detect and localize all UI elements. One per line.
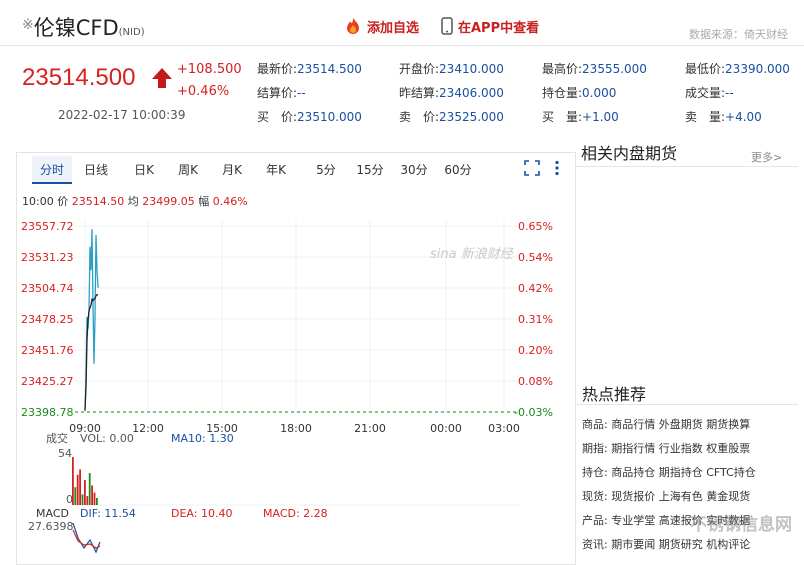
hot-link[interactable]: 行业指数 — [659, 442, 707, 455]
hot-row: 现货: 现货报价 上海有色 黄金现货 — [582, 488, 750, 504]
more-link[interactable]: 更多> — [751, 149, 782, 165]
hot-row-key: 产品: — [582, 514, 612, 527]
hot-link[interactable]: 期指持仓 — [659, 466, 707, 479]
up-arrow-icon — [151, 67, 173, 93]
star-mark-icon: ※ — [22, 17, 34, 33]
hot-row-key: 现货: — [582, 490, 612, 503]
more-options-icon[interactable] — [554, 160, 560, 180]
hot-row: 商品: 商品行情 外盘期货 期货换算 — [582, 416, 750, 432]
price-change-pct: +0.46% — [177, 84, 230, 99]
quote-field-label: 成交量: — [685, 86, 726, 100]
add-favorite-button[interactable]: 添加自选 — [344, 17, 419, 39]
price-change: +108.500 — [177, 62, 242, 77]
divider — [575, 404, 798, 405]
hot-row: 持仓: 商品持仓 期指持仓 CFTC持仓 — [582, 464, 756, 480]
quote-field-value: +4.00 — [725, 110, 762, 124]
chart-info-line: 10:00 价 23514.50 均 23499.05 幅 0.46% — [22, 195, 248, 208]
view-in-app-button[interactable]: 在APP中查看 — [441, 17, 539, 39]
hot-link[interactable]: 上海有色 — [659, 490, 707, 503]
tab-5[interactable]: 年K — [256, 156, 296, 184]
related-futures-title: 相关内盘期货 — [581, 144, 678, 163]
quote-field-value: -- — [725, 86, 734, 100]
quote-field: 买 量:+1.00 — [542, 108, 619, 125]
quote-field-label: 开盘价: — [399, 62, 440, 76]
tab-0[interactable]: 分时 — [32, 156, 72, 184]
quote-field-value: 23410.000 — [439, 62, 504, 76]
hot-row-key: 期指: — [582, 442, 612, 455]
tab-3[interactable]: 周K — [168, 156, 208, 184]
hot-row-key: 持仓: — [582, 466, 612, 479]
hot-recommend-title: 热点推荐 — [582, 385, 647, 404]
flame-icon — [344, 17, 362, 39]
tab-9[interactable]: 60分 — [438, 156, 478, 184]
hot-link[interactable]: 外盘期货 — [659, 418, 707, 431]
page-header: ※伦镍CFD(NID) 添加自选 在APP中查看 数据来源：倚天财经 — [0, 0, 804, 46]
hot-link[interactable]: 期货研究 — [659, 538, 707, 551]
hot-link[interactable]: 期指行情 — [611, 442, 659, 455]
quote-field-label: 卖 量: — [685, 110, 726, 124]
quote-field-value: 23510.000 — [297, 110, 362, 124]
hot-link[interactable]: 机构评论 — [706, 538, 750, 551]
fullscreen-icon[interactable] — [524, 160, 540, 180]
quote-field: 最高价:23555.000 — [542, 60, 647, 77]
divider — [575, 166, 798, 167]
quote-field-value: 23390.000 — [725, 62, 790, 76]
phone-icon — [441, 17, 453, 39]
instrument-name: 伦镍CFD — [33, 16, 119, 40]
hot-link[interactable]: 权重股票 — [706, 442, 750, 455]
hot-link[interactable]: 现货报价 — [611, 490, 659, 503]
instrument-code: (NID) — [118, 27, 145, 38]
quote-field-label: 卖 价: — [399, 110, 440, 124]
watermark: 不锈钢信息网 — [690, 515, 792, 535]
quote-field: 开盘价:23410.000 — [399, 60, 504, 77]
hot-link[interactable]: CFTC持仓 — [706, 466, 756, 479]
hot-row-key: 商品: — [582, 418, 612, 431]
tab-7[interactable]: 15分 — [350, 156, 390, 184]
quote-field-label: 最新价: — [257, 62, 298, 76]
hot-link[interactable]: 专业学堂 — [611, 514, 659, 527]
tab-4[interactable]: 月K — [212, 156, 252, 184]
quote-field-value: 23555.000 — [582, 62, 647, 76]
hot-link[interactable]: 商品持仓 — [611, 466, 659, 479]
hot-row: 期指: 期指行情 行业指数 权重股票 — [582, 440, 750, 456]
hot-link[interactable]: 黄金现货 — [706, 490, 750, 503]
quote-field-label: 买 价: — [257, 110, 298, 124]
quote-field-label: 持仓量: — [542, 86, 583, 100]
quote-field-value: 0.000 — [582, 86, 617, 100]
quote-field-value: -- — [297, 86, 306, 100]
quote-field: 结算价:-- — [257, 84, 306, 101]
hot-link[interactable]: 期市要闻 — [611, 538, 659, 551]
hot-link[interactable]: 商品行情 — [611, 418, 659, 431]
quote-field-value: +1.00 — [582, 110, 619, 124]
quote-field-label: 结算价: — [257, 86, 298, 100]
hot-link[interactable]: 期货换算 — [706, 418, 750, 431]
tab-1[interactable]: 日线 — [76, 156, 116, 184]
quote-field: 持仓量:0.000 — [542, 84, 616, 101]
quote-field-label: 昨结算: — [399, 86, 440, 100]
tab-6[interactable]: 5分 — [306, 156, 346, 184]
quote-field-label: 最低价: — [685, 62, 726, 76]
quote-field: 卖 价:23525.000 — [399, 108, 504, 125]
quote-field: 昨结算:23406.000 — [399, 84, 504, 101]
quote-field: 最新价:23514.500 — [257, 60, 362, 77]
quote-field: 最低价:23390.000 — [685, 60, 790, 77]
quote-time: 2022-02-17 10:00:39 — [58, 108, 186, 122]
quote-field-value: 23514.500 — [297, 62, 362, 76]
quote-field: 买 价:23510.000 — [257, 108, 362, 125]
tab-8[interactable]: 30分 — [394, 156, 434, 184]
tab-2[interactable]: 日K — [124, 156, 164, 184]
quote-field: 成交量:-- — [685, 84, 734, 101]
quote-field-label: 最高价: — [542, 62, 583, 76]
quote-field-label: 买 量: — [542, 110, 583, 124]
hot-row-key: 资讯: — [582, 538, 612, 551]
data-source: 数据来源：倚天财经 — [689, 28, 788, 41]
chart-panel — [16, 152, 576, 565]
quote-field-value: 23406.000 — [439, 86, 504, 100]
page-title: ※伦镍CFD(NID) — [22, 12, 145, 42]
current-price: 23514.500 — [22, 64, 136, 91]
quote-field: 卖 量:+4.00 — [685, 108, 762, 125]
hot-row: 资讯: 期市要闻 期货研究 机构评论 — [582, 536, 750, 552]
quote-field-value: 23525.000 — [439, 110, 504, 124]
